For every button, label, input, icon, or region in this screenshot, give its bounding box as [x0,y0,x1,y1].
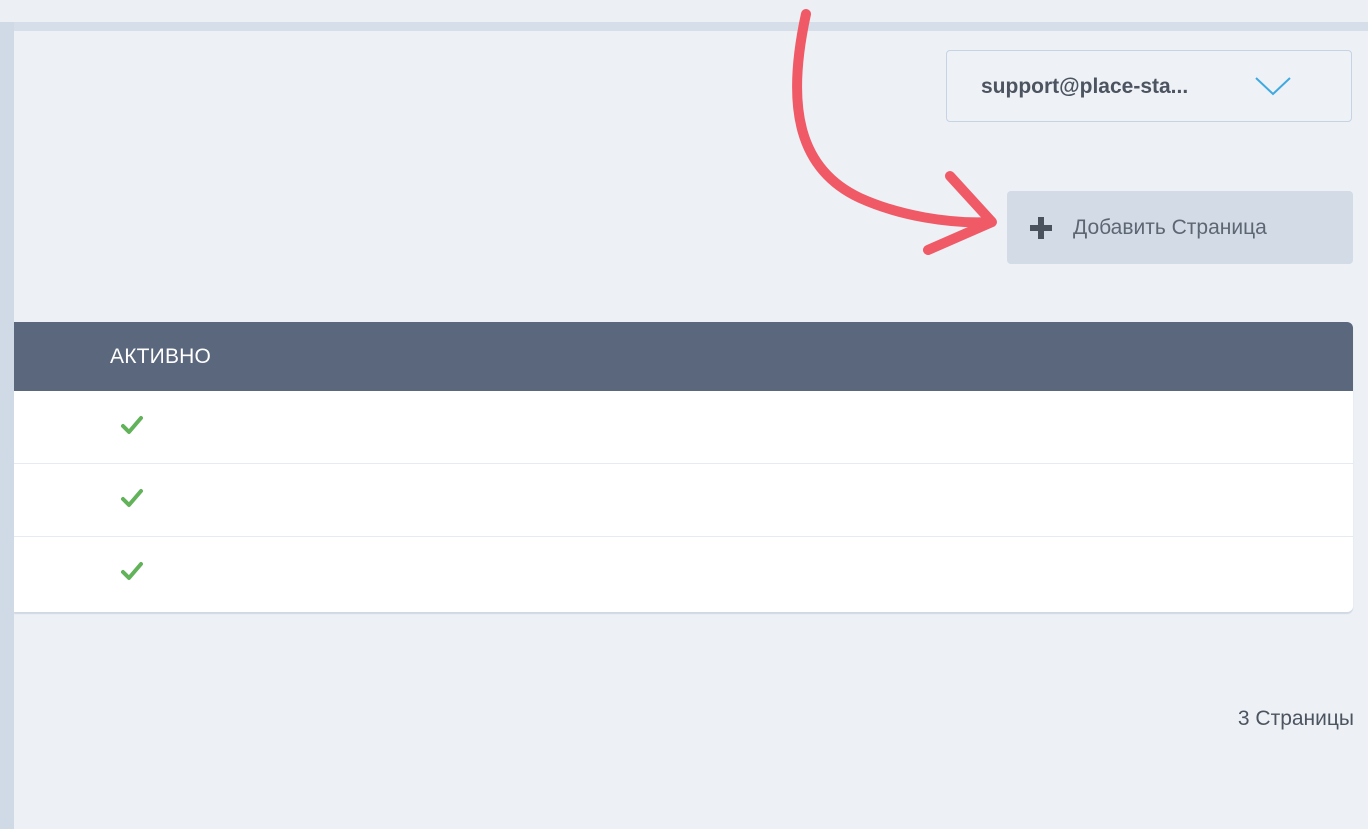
account-email: support@place-sta... [981,75,1189,98]
left-border [0,22,14,829]
top-strip [0,0,1368,24]
check-icon [121,489,143,507]
chevron-down-icon [1255,77,1291,96]
page-count: 3 Страницы [1237,707,1354,730]
column-header-active[interactable]: АКТИВНО [110,322,211,391]
table-row[interactable] [14,537,1353,610]
check-icon [121,562,143,580]
plus-icon [1030,217,1052,239]
pages-table: АКТИВНО [14,322,1353,612]
account-select[interactable]: support@place-sta... [946,50,1352,122]
add-page-label: Добавить Страница [1073,216,1267,239]
check-icon [121,416,143,434]
app-window: support@place-sta... Добавить Страница А… [0,0,1368,829]
table-row[interactable] [14,464,1353,537]
add-page-button[interactable]: Добавить Страница [1007,191,1353,264]
table-header: АКТИВНО [14,322,1353,391]
top-border [0,22,1368,31]
table-row[interactable] [14,391,1353,464]
